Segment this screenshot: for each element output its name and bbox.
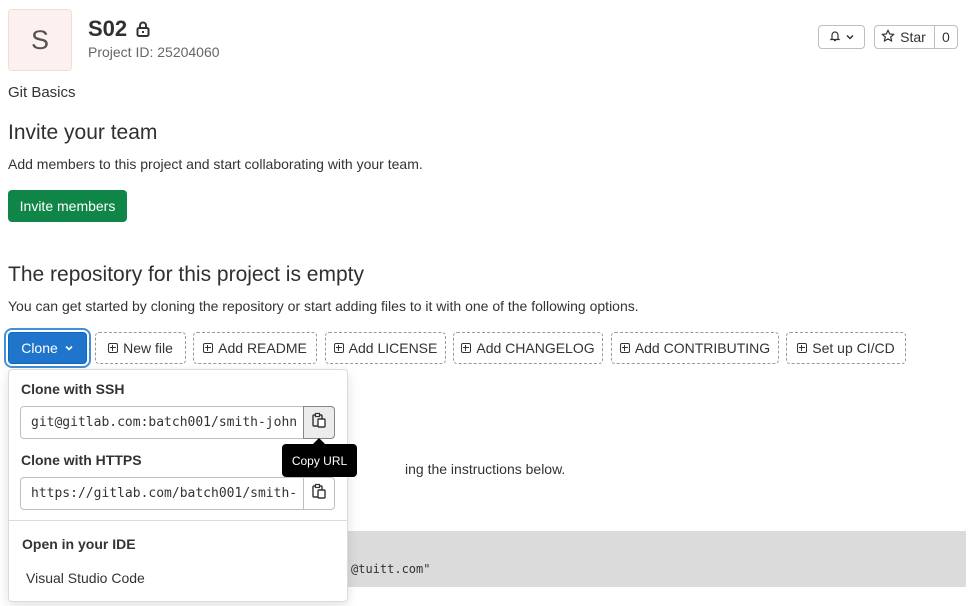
notifications-dropdown[interactable] — [818, 25, 865, 49]
instructions-text: ing the instructions below. — [405, 461, 566, 477]
plus-square-icon — [619, 343, 630, 353]
plus-square-icon — [797, 343, 808, 353]
setup-cicd-button[interactable]: Set up CI/CD — [786, 332, 906, 364]
add-changelog-button[interactable]: Add CHANGELOG — [453, 332, 603, 364]
chevron-down-icon — [64, 340, 74, 356]
ssh-url-input[interactable] — [21, 407, 303, 438]
add-readme-button[interactable]: Add README — [193, 332, 317, 364]
project-title: S02 — [88, 16, 128, 41]
copy-https-url-button[interactable] — [303, 478, 334, 509]
empty-repo-text: You can get started by cloning the repos… — [8, 298, 639, 314]
clone-button[interactable]: Clone — [8, 332, 87, 364]
invite-text: Add members to this project and start co… — [8, 156, 423, 172]
plus-square-icon — [461, 343, 472, 353]
add-contributing-button[interactable]: Add CONTRIBUTING — [611, 332, 779, 364]
clone-ssh-label: Clone with SSH — [21, 381, 125, 397]
copy-ssh-url-button[interactable] — [303, 406, 335, 439]
https-url-group — [20, 477, 335, 510]
project-avatar: S — [8, 9, 72, 71]
copy-url-tooltip: Copy URL — [282, 444, 357, 477]
clone-https-label: Clone with HTTPS — [21, 452, 142, 468]
plus-square-icon — [333, 343, 344, 353]
invite-members-button[interactable]: Invite members — [8, 190, 127, 222]
add-license-button[interactable]: Add LICENSE — [325, 332, 446, 364]
star-label: Star — [900, 29, 926, 45]
new-file-button[interactable]: New file — [95, 332, 186, 364]
lock-icon — [136, 21, 150, 42]
code-block — [346, 531, 966, 587]
ssh-url-group — [20, 406, 335, 439]
invite-heading: Invite your team — [8, 121, 158, 144]
open-ide-label: Open in your IDE — [22, 536, 136, 552]
project-description: Git Basics — [8, 84, 76, 101]
star-button[interactable]: Star 0 — [874, 25, 958, 49]
clone-label: Clone — [21, 340, 58, 356]
plus-square-icon — [203, 343, 214, 353]
copy-icon — [312, 483, 326, 504]
code-text: @tuitt.com" — [351, 562, 431, 576]
clone-dropdown: Clone with SSH Clone with HTTPS — [8, 369, 348, 602]
empty-repo-heading: The repository for this project is empty — [8, 263, 364, 286]
avatar-letter: S — [30, 24, 49, 55]
chevron-down-icon — [845, 29, 855, 45]
plus-square-icon — [108, 343, 119, 353]
https-url-input[interactable] — [21, 478, 303, 509]
star-count[interactable]: 0 — [933, 26, 957, 48]
bell-icon — [829, 29, 841, 45]
star-icon — [881, 29, 895, 46]
dropdown-divider — [9, 520, 347, 521]
copy-icon — [312, 412, 326, 433]
project-id: Project ID: 25204060 — [88, 44, 220, 60]
ide-option-vscode[interactable]: Visual Studio Code — [26, 570, 145, 586]
